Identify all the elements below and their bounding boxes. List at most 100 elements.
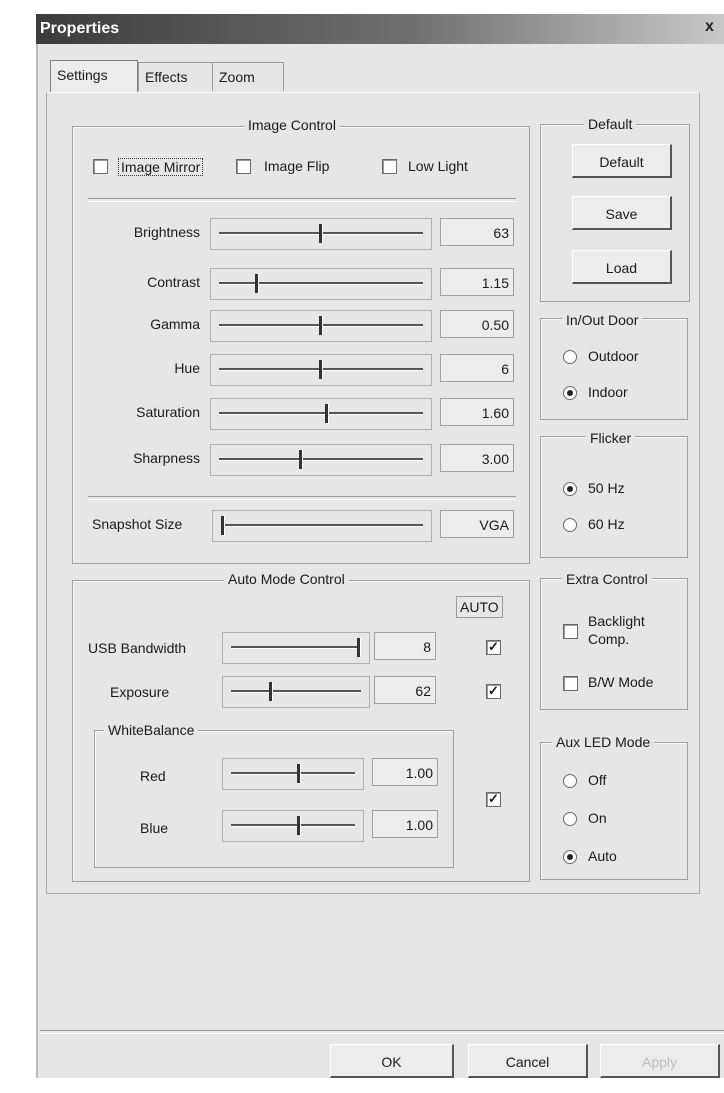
exposure-auto-checkbox[interactable]: ✓	[486, 684, 501, 699]
backlight-comp-checkbox[interactable]	[563, 624, 578, 639]
backlight-comp-label: Backlight Comp.	[588, 613, 645, 647]
snapshot-size-label: Snapshot Size	[92, 516, 183, 532]
white-balance-group	[94, 730, 454, 868]
usb-bandwidth-value: 8	[374, 632, 436, 660]
white-balance-auto-checkbox[interactable]: ✓	[486, 792, 501, 807]
slider-thumb[interactable]	[268, 682, 273, 701]
image-control-legend: Image Control	[244, 117, 340, 133]
slider-label-saturation: Saturation	[136, 404, 200, 420]
outdoor-label: Outdoor	[588, 348, 639, 364]
hue-slider[interactable]	[210, 354, 432, 386]
aux-led-auto-label: Auto	[588, 848, 617, 864]
default-button[interactable]: Default	[572, 144, 672, 178]
image-mirror-checkbox[interactable]	[93, 159, 108, 174]
exposure-label: Exposure	[110, 684, 170, 700]
auto-mode-legend: Auto Mode Control	[224, 571, 349, 587]
contrast-value: 1.15	[440, 268, 514, 296]
window-title: Properties	[40, 20, 120, 37]
tab-settings[interactable]: Settings	[50, 60, 138, 93]
bw-mode-label: B/W Mode	[588, 674, 654, 690]
blue-slider[interactable]	[222, 810, 364, 842]
slider-label-sharpness: Sharpness	[133, 450, 200, 466]
usb-bandwidth-auto-checkbox[interactable]: ✓	[486, 640, 501, 655]
slider-thumb[interactable]	[319, 224, 323, 243]
hue-value: 6	[440, 354, 514, 382]
indoor-radio[interactable]	[563, 386, 577, 400]
aux-led-legend: Aux LED Mode	[552, 734, 655, 750]
aux-led-off-label: Off	[588, 772, 607, 788]
flicker-60hz-radio[interactable]	[563, 518, 577, 532]
snapshot-size-slider[interactable]	[212, 510, 432, 542]
slider-track-line	[221, 524, 423, 527]
low-light-checkbox[interactable]	[382, 159, 397, 174]
slider-label-contrast: Contrast	[147, 274, 200, 290]
flicker-50hz-radio[interactable]	[563, 482, 577, 496]
save-button[interactable]: Save	[572, 196, 672, 230]
white-balance-legend: WhiteBalance	[104, 722, 199, 738]
gamma-slider[interactable]	[210, 310, 432, 342]
gamma-value: 0.50	[440, 310, 514, 338]
load-button[interactable]: Load	[572, 250, 672, 284]
image-mirror-label: Image Mirror	[118, 158, 204, 176]
sharpness-value: 3.00	[440, 444, 514, 472]
brightness-slider[interactable]	[210, 218, 432, 250]
usb-bandwidth-label: USB Bandwidth	[88, 640, 187, 656]
brightness-value: 63	[440, 218, 514, 246]
footer-divider	[40, 1030, 724, 1034]
slider-label-hue: Hue	[174, 360, 200, 376]
usb-bandwidth-slider[interactable]	[222, 632, 370, 664]
bw-mode-checkbox[interactable]	[563, 676, 578, 691]
tab-effects[interactable]: Effects	[138, 62, 214, 91]
slider-track-line	[231, 772, 355, 775]
auto-column-header: AUTO	[456, 596, 503, 618]
flicker-50hz-label: 50 Hz	[588, 480, 625, 496]
divider	[88, 198, 516, 202]
image-flip-checkbox[interactable]	[236, 159, 251, 174]
blue-label: Blue	[140, 820, 169, 836]
slider-track-line	[231, 690, 361, 693]
flicker-group	[540, 436, 688, 558]
outdoor-radio[interactable]	[563, 350, 577, 364]
aux-led-on-radio[interactable]	[563, 812, 577, 826]
slider-thumb[interactable]	[319, 316, 323, 335]
slider-thumb[interactable]	[325, 404, 329, 423]
close-icon[interactable]: x	[705, 18, 714, 36]
aux-led-off-radio[interactable]	[563, 774, 577, 788]
indoor-label: Indoor	[588, 384, 628, 400]
slider-thumb[interactable]	[297, 764, 301, 783]
ok-button[interactable]: OK	[330, 1044, 454, 1078]
tab-zoom[interactable]: Zoom	[212, 62, 284, 91]
contrast-slider[interactable]	[210, 268, 432, 300]
red-value: 1.00	[372, 758, 438, 786]
slider-thumb[interactable]	[299, 450, 303, 469]
slider-thumb[interactable]	[357, 638, 361, 657]
flicker-legend: Flicker	[586, 430, 636, 446]
slider-label-brightness: Brightness	[133, 224, 200, 240]
apply-button[interactable]: Apply	[600, 1044, 720, 1078]
slider-thumb[interactable]	[297, 816, 301, 835]
default-legend: Default	[584, 116, 637, 132]
aux-led-on-label: On	[588, 810, 607, 826]
slider-thumb[interactable]	[221, 516, 225, 535]
slider-track-line	[219, 412, 423, 415]
slider-track-line	[231, 824, 355, 827]
red-slider[interactable]	[222, 758, 364, 790]
slider-thumb[interactable]	[255, 274, 259, 293]
slider-track-line	[219, 458, 423, 461]
slider-track-line	[231, 646, 361, 649]
cancel-button[interactable]: Cancel	[468, 1044, 588, 1078]
slider-track-line	[219, 282, 423, 285]
low-light-label: Low Light	[408, 158, 468, 174]
saturation-value: 1.60	[440, 398, 514, 426]
snapshot-size-value: VGA	[440, 510, 514, 538]
title-bar[interactable]	[36, 14, 724, 44]
slider-label-gamma: Gamma	[150, 316, 200, 332]
in-out-door-legend: In/Out Door	[562, 312, 643, 328]
saturation-slider[interactable]	[210, 398, 432, 430]
blue-value: 1.00	[372, 810, 438, 838]
exposure-slider[interactable]	[222, 676, 370, 708]
sharpness-slider[interactable]	[210, 444, 432, 476]
aux-led-auto-radio[interactable]	[563, 850, 577, 864]
slider-thumb[interactable]	[319, 360, 323, 379]
in-out-door-group	[540, 318, 688, 420]
